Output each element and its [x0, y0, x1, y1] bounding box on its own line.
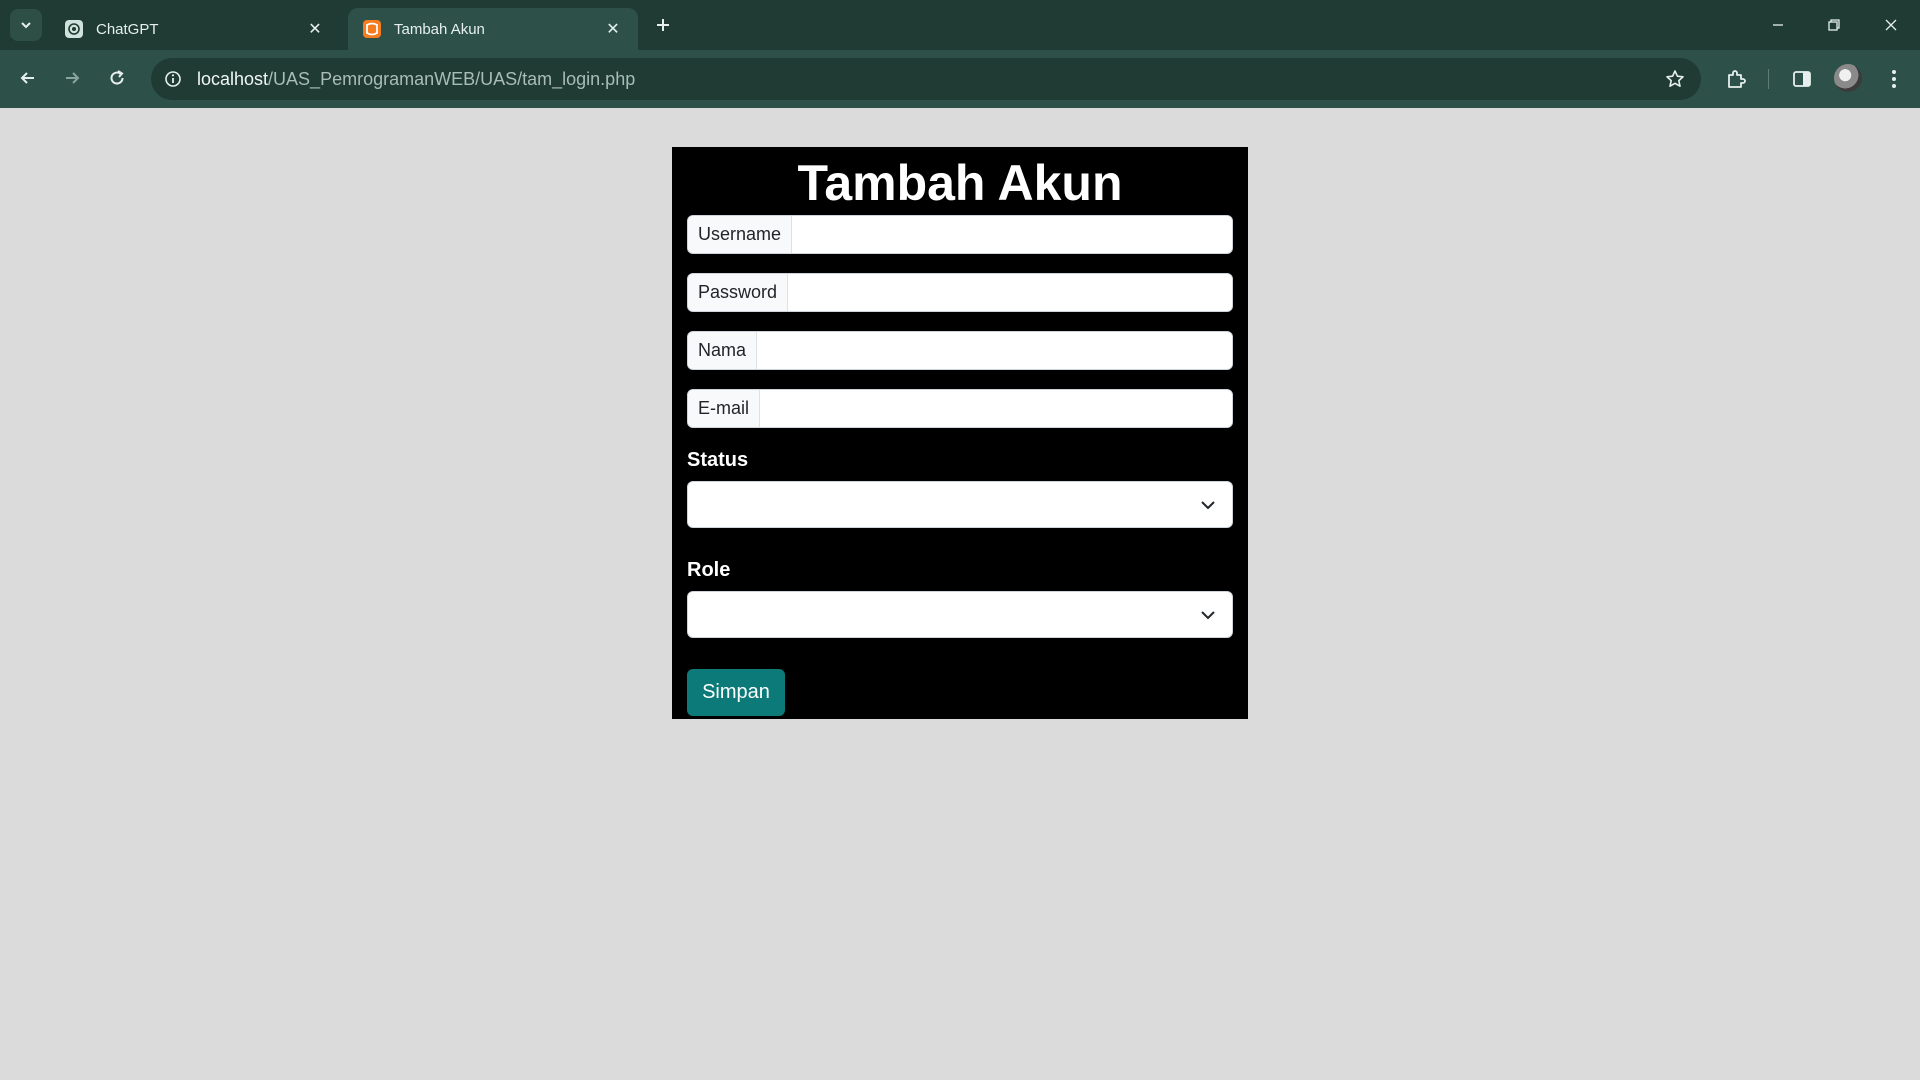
add-account-form: Tambah Akun Username Password Nama E-mai… [672, 147, 1248, 719]
nama-label: Nama [688, 332, 758, 369]
close-icon[interactable]: ✕ [602, 18, 624, 40]
role-select[interactable] [687, 591, 1233, 638]
restore-icon [1828, 19, 1840, 31]
new-tab-button[interactable] [650, 12, 676, 38]
chatgpt-logo-icon [64, 19, 84, 39]
profile-avatar[interactable] [1834, 64, 1862, 92]
url-text: localhost/UAS_PemrogramanWEB/UAS/tam_log… [197, 69, 635, 90]
password-group: Password [687, 273, 1233, 312]
extensions-button[interactable] [1720, 63, 1752, 95]
tab-chatgpt[interactable]: ChatGPT ✕ [50, 8, 340, 50]
close-icon [1885, 19, 1897, 31]
browser-menu-button[interactable] [1878, 63, 1910, 95]
email-group: E-mail [687, 389, 1233, 428]
email-input[interactable] [760, 390, 1232, 427]
url-path: /UAS_PemrogramanWEB/UAS/tam_login.php [268, 68, 636, 89]
chevron-down-icon [1201, 501, 1215, 510]
username-group: Username [687, 215, 1233, 254]
close-window-button[interactable] [1871, 10, 1911, 40]
password-input[interactable] [788, 274, 1232, 311]
address-bar[interactable]: localhost/UAS_PemrogramanWEB/UAS/tam_log… [151, 58, 1701, 100]
reload-icon [110, 70, 124, 85]
forward-button[interactable] [55, 61, 89, 95]
restore-button[interactable] [1814, 10, 1854, 40]
tab-title: Tambah Akun [394, 20, 485, 38]
tab-title: ChatGPT [96, 20, 159, 38]
email-label: E-mail [688, 390, 761, 427]
side-panel-button[interactable] [1786, 63, 1818, 95]
plus-icon [657, 19, 669, 31]
arrow-left-icon [20, 72, 34, 84]
puzzle-icon [1728, 70, 1746, 88]
toolbar-divider [1768, 69, 1769, 89]
back-button[interactable] [11, 61, 45, 95]
reload-button[interactable] [100, 61, 134, 95]
nama-input[interactable] [757, 332, 1232, 369]
save-button[interactable]: Simpan [687, 669, 785, 716]
side-panel-icon [1793, 71, 1811, 87]
page-title: Tambah Akun [797, 155, 1123, 211]
status-label: Status [687, 449, 749, 471]
chevron-down-icon [1201, 611, 1215, 620]
browser-toolbar: localhost/UAS_PemrogramanWEB/UAS/tam_log… [0, 50, 1920, 108]
tab-tambah-akun[interactable]: Tambah Akun ✕ [348, 8, 638, 50]
chevron-down-icon [21, 22, 31, 29]
url-host: localhost [197, 68, 269, 89]
close-icon[interactable]: ✕ [304, 18, 326, 40]
status-select[interactable] [687, 481, 1233, 528]
username-input[interactable] [792, 216, 1232, 253]
nama-group: Nama [687, 331, 1233, 370]
bookmark-star-icon[interactable] [1661, 65, 1689, 93]
password-label: Password [688, 274, 789, 311]
xampp-logo-icon [362, 19, 382, 39]
more-vertical-icon [1892, 70, 1896, 88]
tab-search-button[interactable] [10, 9, 42, 41]
site-info-icon[interactable] [159, 65, 187, 93]
minimize-icon [1773, 24, 1783, 26]
browser-tab-strip: ChatGPT ✕ Tambah Akun ✕ [0, 0, 1920, 50]
username-label: Username [688, 216, 793, 253]
arrow-right-icon [66, 72, 80, 84]
minimize-button[interactable] [1758, 10, 1798, 40]
role-label: Role [687, 559, 731, 581]
